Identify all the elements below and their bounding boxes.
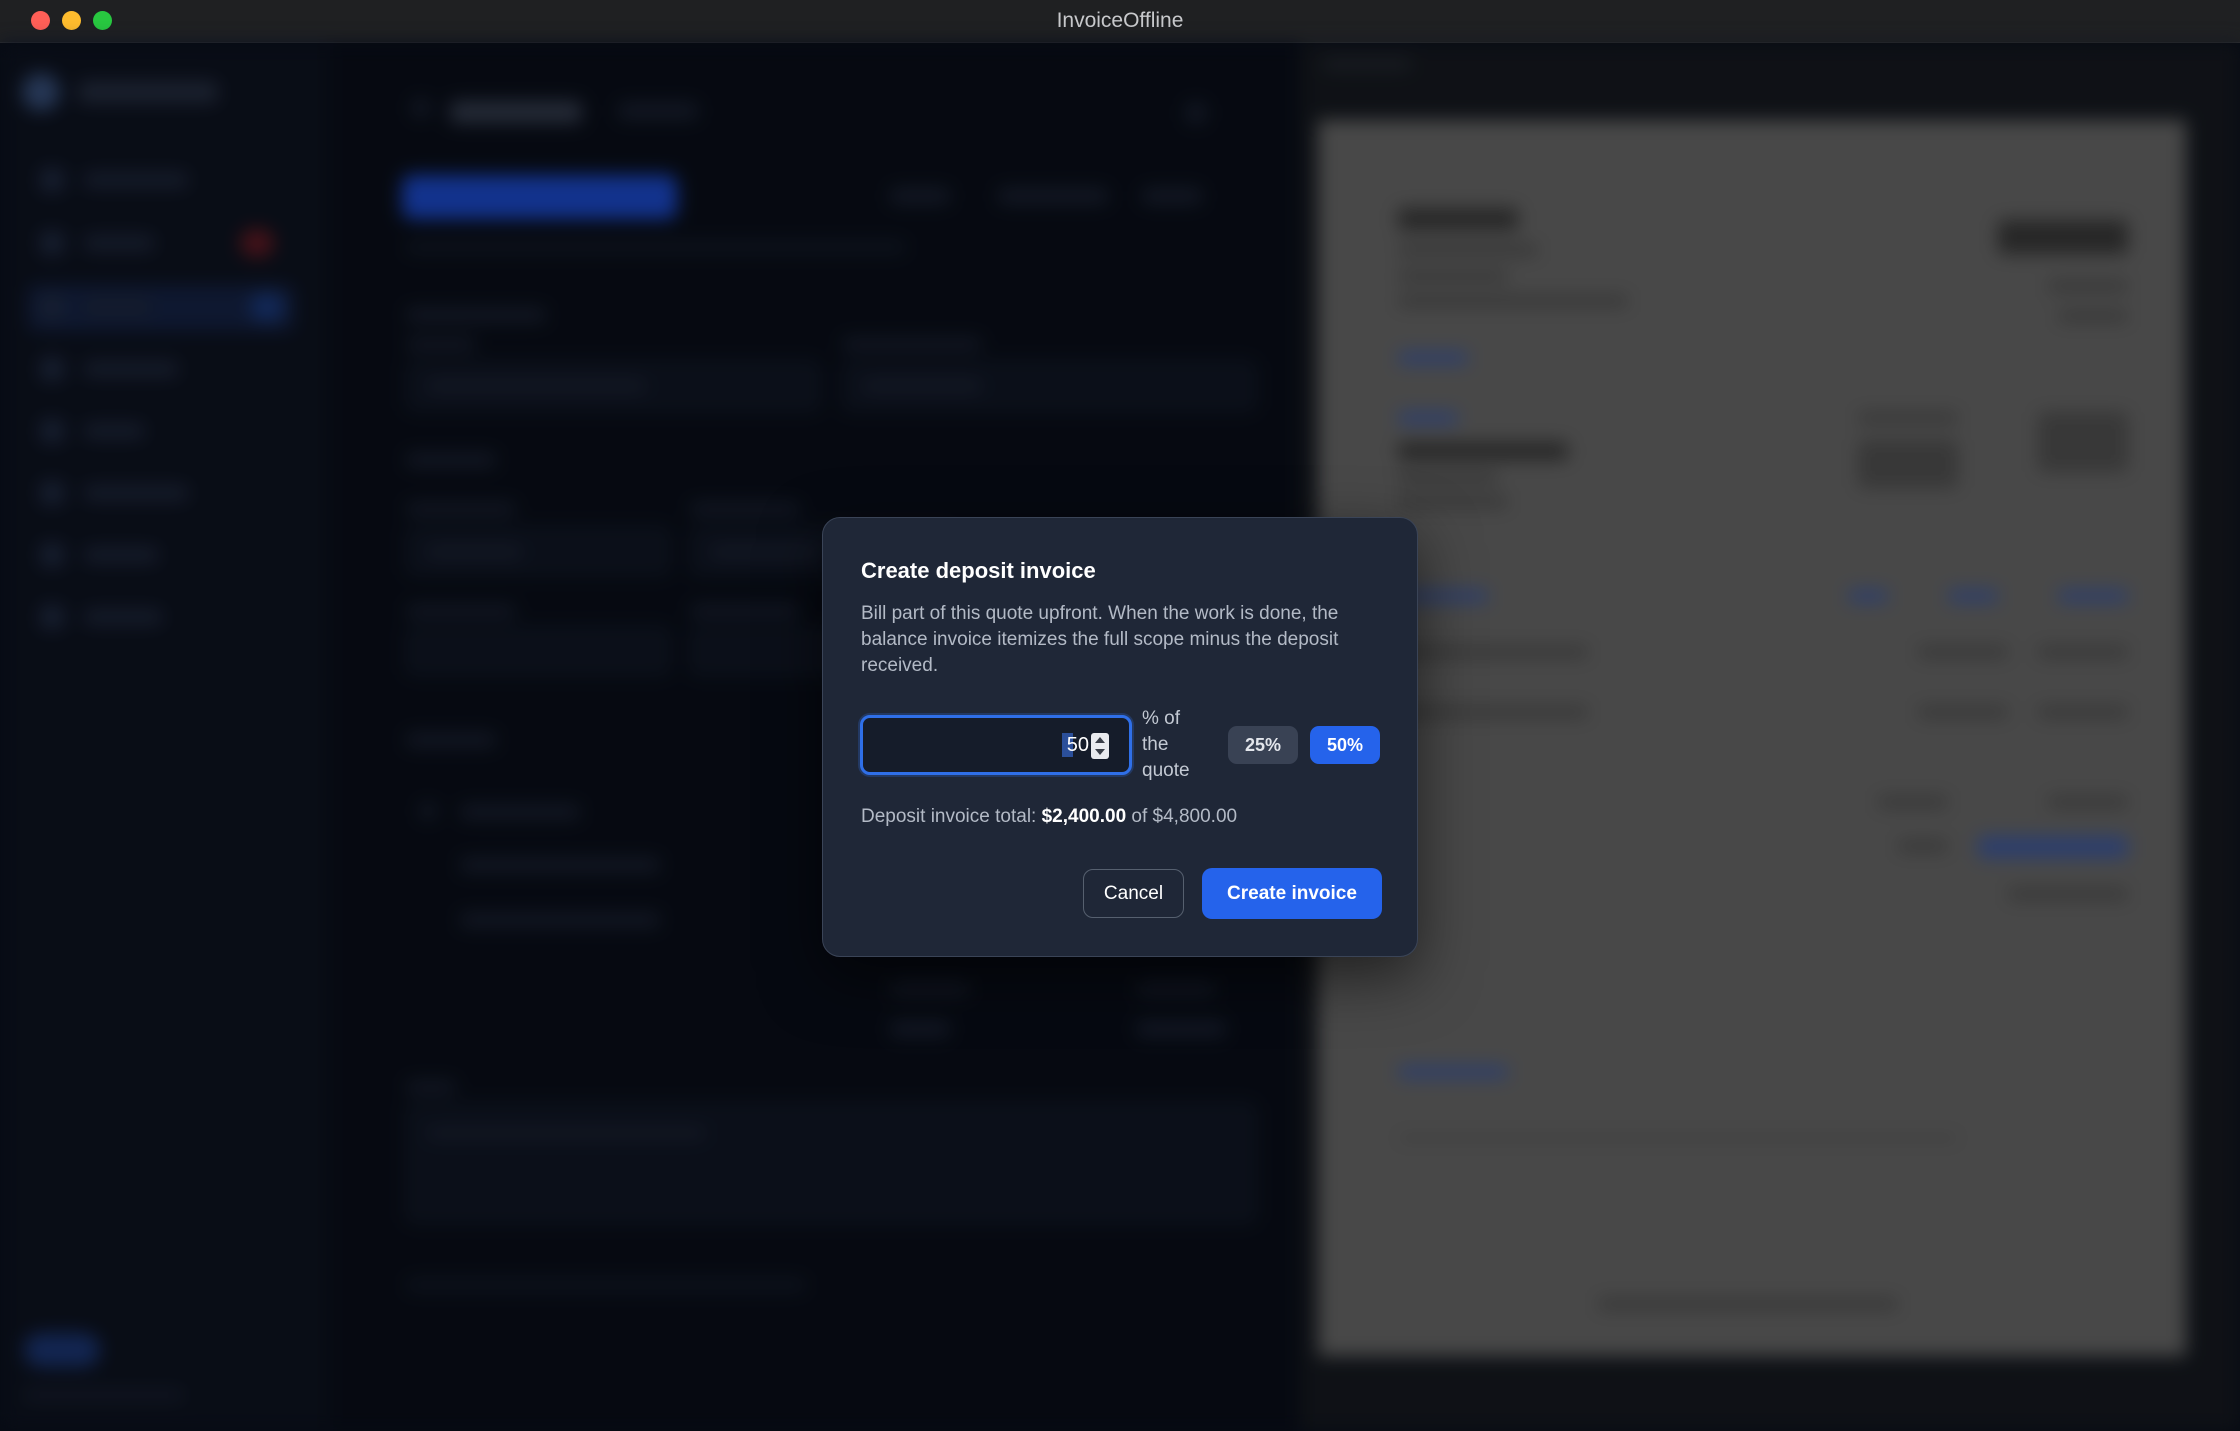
preset-50-percent-button[interactable]: 50% bbox=[1310, 726, 1380, 764]
dialog-description: Bill part of this quote upfront. When th… bbox=[861, 603, 1339, 676]
stepper-down-icon[interactable] bbox=[1095, 749, 1105, 755]
window-titlebar: InvoiceOffline bbox=[0, 0, 2240, 43]
deposit-percent-value: 50 bbox=[1066, 734, 1089, 756]
deposit-total-prefix: Deposit invoice total: bbox=[861, 806, 1037, 827]
window-title: InvoiceOffline bbox=[1056, 9, 1184, 32]
stepper-up-icon[interactable] bbox=[1095, 737, 1105, 743]
cancel-button[interactable]: Cancel bbox=[1083, 869, 1184, 918]
deposit-percent-input[interactable]: 50 bbox=[860, 715, 1132, 775]
deposit-total-amount: $2,400.00 bbox=[1041, 806, 1127, 827]
deposit-total-line: Deposit invoice total: $2,400.00 of $4,8… bbox=[861, 806, 1237, 828]
create-invoice-button[interactable]: Create invoice bbox=[1202, 868, 1382, 919]
number-stepper[interactable] bbox=[1091, 733, 1109, 759]
percent-suffix-label: % of the quote bbox=[1142, 708, 1190, 781]
dialog-title: Create deposit invoice bbox=[861, 558, 1096, 583]
preset-25-percent-button[interactable]: 25% bbox=[1228, 726, 1298, 764]
quote-total-text: of $4,800.00 bbox=[1131, 806, 1238, 827]
create-deposit-invoice-dialog: Create deposit invoice Bill part of this… bbox=[822, 517, 1418, 957]
